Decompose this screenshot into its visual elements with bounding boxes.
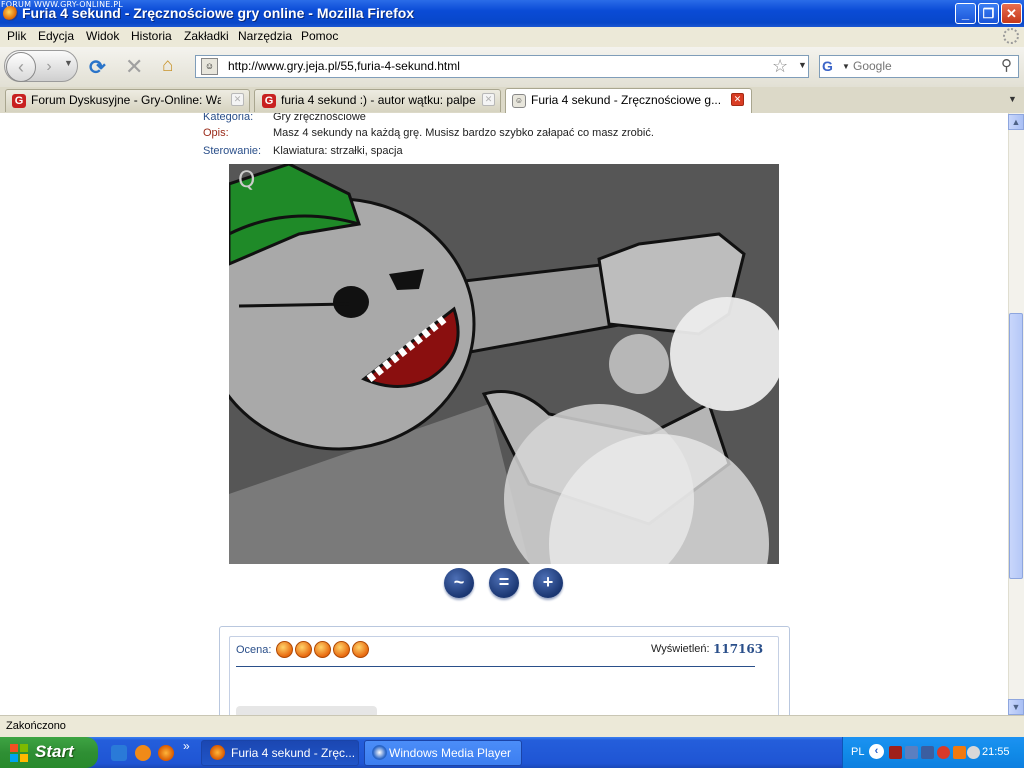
sterowanie-label: Sterowanie: — [203, 145, 262, 157]
tab-close-icon[interactable]: ✕ — [731, 93, 744, 106]
tab-close-icon[interactable]: ✕ — [482, 93, 495, 106]
menu-historia[interactable]: Historia — [131, 29, 172, 43]
start-label[interactable]: Start — [35, 742, 74, 762]
menu-plik[interactable]: Plik — [7, 29, 26, 43]
divider — [236, 666, 755, 667]
menu-widok[interactable]: Widok — [86, 29, 119, 43]
reload-icon[interactable]: ⟳ — [89, 55, 106, 80]
taskbar-item-firefox-label[interactable]: Furia 4 sekund - Zręc... — [231, 746, 355, 760]
home-icon[interactable]: ⌂ — [162, 55, 173, 77]
tray-expand-icon[interactable]: ‹ — [869, 744, 884, 759]
kategoria-value: Gry zręcznościowe — [273, 113, 366, 123]
scroll-down-arrow-icon[interactable]: ▼ — [1008, 699, 1024, 715]
rating-label: Ocena: — [236, 644, 272, 656]
tray-app-icon[interactable] — [889, 746, 902, 759]
zoom-reset-button[interactable]: ~ — [444, 568, 474, 598]
google-engine-icon[interactable]: G — [822, 58, 836, 74]
messenger-icon[interactable] — [135, 745, 151, 761]
language-indicator[interactable]: PL — [851, 746, 864, 758]
throbber-icon — [1003, 28, 1019, 44]
forward-button[interactable]: › — [38, 56, 60, 78]
rating-emoticon-icon[interactable] — [295, 641, 312, 658]
window-title: Furia 4 sekund - Zręcznościowe gry onlin… — [22, 5, 415, 21]
scroll-up-arrow-icon[interactable]: ▲ — [1008, 114, 1024, 130]
game-illustration — [229, 164, 779, 564]
status-bar — [0, 715, 1024, 738]
kategoria-label: Kategoria: — [203, 113, 254, 123]
scrollbar-thumb[interactable] — [1009, 313, 1023, 579]
views-count: 117163 — [713, 642, 764, 656]
history-dropdown-icon[interactable]: ▼ — [64, 58, 73, 68]
tab-close-icon[interactable]: ✕ — [231, 93, 244, 106]
opis-label: Opis: — [203, 127, 229, 139]
quality-label[interactable]: Q — [238, 168, 255, 193]
close-window-button[interactable]: ✕ — [1001, 3, 1022, 24]
network-icon[interactable] — [905, 746, 918, 759]
opis-value: Masz 4 sekundy na każdą grę. Musisz bard… — [273, 127, 654, 139]
internet-explorer-icon[interactable] — [111, 745, 127, 761]
menu-zakladki[interactable]: Zakładki — [184, 29, 229, 43]
views-label: Wyświetleń: — [651, 643, 710, 655]
search-magnifier-icon[interactable]: ⚲ — [1001, 56, 1012, 74]
engine-dropdown-icon[interactable]: ▼ — [842, 62, 850, 71]
firefox-icon — [3, 6, 18, 21]
tab-forum-label[interactable]: Forum Dyskusyjne - Gry-Online: Wątki — [31, 93, 221, 107]
gry-online-favicon-icon: G — [12, 94, 26, 108]
rating-emoticon-icon[interactable] — [333, 641, 350, 658]
tray-orange-icon[interactable] — [953, 746, 966, 759]
media-player-icon — [372, 745, 387, 760]
volume-icon[interactable] — [967, 746, 980, 759]
menu-edycja[interactable]: Edycja — [38, 29, 74, 43]
url-text[interactable]: http://www.gry.jeja.pl/55,furia-4-sekund… — [228, 59, 460, 73]
rating-emoticon-icon[interactable] — [314, 641, 331, 658]
url-history-dropdown-icon[interactable]: ▼ — [798, 60, 807, 70]
tab-furia-label[interactable]: Furia 4 sekund - Zręcznościowe g... — [531, 93, 731, 107]
tab-list-dropdown-icon[interactable]: ▼ — [1008, 94, 1017, 104]
restore-button[interactable]: ❐ — [978, 3, 999, 24]
search-input[interactable] — [853, 57, 993, 75]
display-icon[interactable] — [921, 746, 934, 759]
clock: 21:55 — [982, 746, 1010, 758]
back-button[interactable]: ‹ — [6, 52, 36, 82]
bookmark-star-icon[interactable]: ☆ — [772, 56, 788, 77]
status-text: Zakończono — [6, 720, 66, 732]
taskbar-item-wmp-label[interactable]: Windows Media Player — [389, 746, 511, 760]
stop-icon[interactable]: ✕ — [125, 54, 143, 80]
rating-emoticon-icon[interactable] — [276, 641, 293, 658]
minimize-button[interactable]: _ — [955, 3, 976, 24]
site-favicon-icon[interactable]: ☺ — [201, 58, 218, 75]
menu-pomoc[interactable]: Pomoc — [301, 29, 338, 43]
menu-narzedzia[interactable]: Narzędzia — [238, 29, 292, 43]
firefox-icon[interactable] — [158, 745, 174, 761]
jeja-favicon-icon: ☺ — [512, 94, 526, 108]
quicklaunch-more-icon[interactable]: » — [183, 739, 190, 753]
rating-emoticon-icon[interactable] — [352, 641, 369, 658]
security-icon[interactable] — [937, 746, 950, 759]
game-canvas[interactable]: Q — [229, 164, 779, 564]
firefox-icon — [210, 745, 225, 760]
sterowanie-value: Klawiatura: strzałki, spacja — [273, 145, 403, 157]
tab-thread-label[interactable]: furia 4 sekund :) - autor wątku: palpe -… — [281, 93, 477, 107]
gry-online-favicon-icon: G — [262, 94, 276, 108]
zoom-equal-button[interactable]: = — [489, 568, 519, 598]
windows-logo-icon — [10, 744, 28, 762]
zoom-plus-button[interactable]: + — [533, 568, 563, 598]
